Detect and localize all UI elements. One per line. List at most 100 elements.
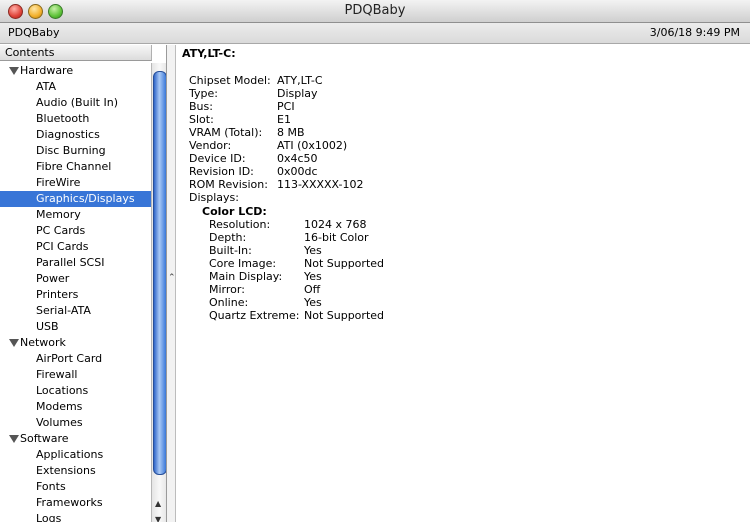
sidebar-item-label: Volumes [36,416,83,429]
sidebar-item-label: PC Cards [36,224,86,237]
sidebar-item[interactable]: AirPort Card [0,351,151,367]
scrollbar-thumb[interactable] [153,71,166,475]
sidebar-item-label: Extensions [36,464,96,477]
property-key: Chipset Model: [189,74,271,87]
sidebar-item[interactable]: Printers [0,287,151,303]
sidebar-group-label: Network [20,336,66,349]
property-key: Built-In: [209,244,252,257]
sidebar-item-label: Power [36,272,70,285]
sidebar-item-label: Applications [36,448,104,461]
sidebar-group-label: Software [20,432,69,445]
contents-tree: Hardware ATA Audio (Built In) Bluetooth Diag… [0,63,151,522]
disclosure-triangle-icon[interactable] [9,435,19,443]
sidebar-item-label: USB [36,320,59,333]
split-view-divider[interactable]: ⌃ [167,45,176,522]
sidebar-item[interactable]: Fibre Channel [0,159,151,175]
sidebar-group-label: Hardware [20,64,74,77]
contents-header-label: Contents [5,46,55,59]
title-bar[interactable]: PDQBaby [0,0,750,23]
contents-column-header[interactable]: Contents [0,45,152,61]
sidebar-item-label: Fibre Channel [36,160,112,173]
scroll-down-arrow-icon[interactable]: ▼ [155,515,161,522]
sidebar-item[interactable]: Bluetooth [0,111,151,127]
property-key: Online: [209,296,249,309]
sidebar-item-label: PCI Cards [36,240,89,253]
contents-sidebar: Contents Hardware ATA Audio (Built In) Blue… [0,45,167,522]
sidebar-item[interactable]: Parallel SCSI [0,255,151,271]
property-value: Yes [304,296,322,309]
sidebar-item[interactable]: PC Cards [0,223,151,239]
sidebar-item[interactable]: Memory [0,207,151,223]
sidebar-item-label: Printers [36,288,79,301]
property-key: ROM Revision: [189,178,268,191]
sidebar-group-software[interactable]: Software [0,431,151,447]
sidebar-item[interactable]: Serial-ATA [0,303,151,319]
property-value: Yes [304,244,322,257]
property-value: Yes [304,270,322,283]
system-profiler-window: PDQBaby PDQBaby 3/06/18 9:49 PM Contents… [0,0,750,522]
sidebar-item-label: ATA [36,80,57,93]
property-value: 1024 x 768 [304,218,367,231]
sidebar-item[interactable]: Locations [0,383,151,399]
property-value: ATI (0x1002) [277,139,348,152]
property-key: Main Display: [209,270,283,283]
sidebar-item[interactable]: Volumes [0,415,151,431]
property-key: Quartz Extreme: [209,309,300,322]
property-key: Vendor: [189,139,232,152]
property-key: Slot: [189,113,214,126]
sidebar-item-label: Diagnostics [36,128,100,141]
sidebar-item[interactable]: Modems [0,399,151,415]
property-key: Type: [189,87,218,100]
property-value: E1 [277,113,291,126]
disclosure-triangle-icon[interactable] [9,67,19,75]
property-value: Not Supported [304,309,385,322]
sidebar-item[interactable]: USB [0,319,151,335]
sidebar-item-label: Bluetooth [36,112,90,125]
sidebar-item-label: Logs [36,512,62,522]
sidebar-item[interactable]: Graphics/Displays [0,191,151,207]
sidebar-item-label: Serial-ATA [36,304,91,317]
display-name: Color LCD: [202,205,267,218]
disclosure-triangle-icon[interactable] [9,339,19,347]
sidebar-item[interactable]: Power [0,271,151,287]
property-value: 16-bit Color [304,231,369,244]
sidebar-item[interactable]: Fonts [0,479,151,495]
property-key: Device ID: [189,152,246,165]
window-title: PDQBaby [344,3,406,18]
sidebar-group-hardware[interactable]: Hardware [0,63,151,79]
sidebar-item[interactable]: ATA [0,79,151,95]
sidebar-item[interactable]: PCI Cards [0,239,151,255]
sidebar-item[interactable]: Firewall [0,367,151,383]
property-key: Displays: [189,191,239,204]
sidebar-item[interactable]: Audio (Built In) [0,95,151,111]
sidebar-item[interactable]: Logs [0,511,151,522]
property-value: Off [304,283,321,296]
sidebar-item[interactable]: Disc Burning [0,143,151,159]
computer-name: PDQBaby [8,26,60,39]
splitter-handle-icon: ⌃ [168,273,176,283]
sidebar-group-network[interactable]: Network [0,335,151,351]
property-value: ATY,LT-C [277,74,323,87]
property-value: 0x00dc [277,165,318,178]
sidebar-item-label: FireWire [36,176,81,189]
sidebar-item[interactable]: Extensions [0,463,151,479]
property-value: 113-XXXXX-102 [277,178,364,191]
sidebar-item-label: Firewall [36,368,78,381]
sidebar-item-label: Graphics/Displays [36,192,135,205]
sidebar-item-label: Audio (Built In) [36,96,119,109]
sidebar-item-label: Disc Burning [36,144,106,157]
sidebar-scrollbar[interactable]: ▲ ▼ [151,63,166,522]
sidebar-item-label: Frameworks [36,496,103,509]
scroll-up-arrow-icon[interactable]: ▲ [155,499,161,508]
property-key: VRAM (Total): [189,126,263,139]
sidebar-item[interactable]: FireWire [0,175,151,191]
sidebar-item[interactable]: Applications [0,447,151,463]
property-value: 8 MB [277,126,305,139]
sidebar-item[interactable]: Frameworks [0,495,151,511]
sidebar-item-label: Modems [36,400,83,413]
sidebar-item[interactable]: Diagnostics [0,127,151,143]
sidebar-item-label: Memory [36,208,81,221]
property-key: Depth: [209,231,247,244]
property-key: Resolution: [209,218,271,231]
property-key: Mirror: [209,283,245,296]
